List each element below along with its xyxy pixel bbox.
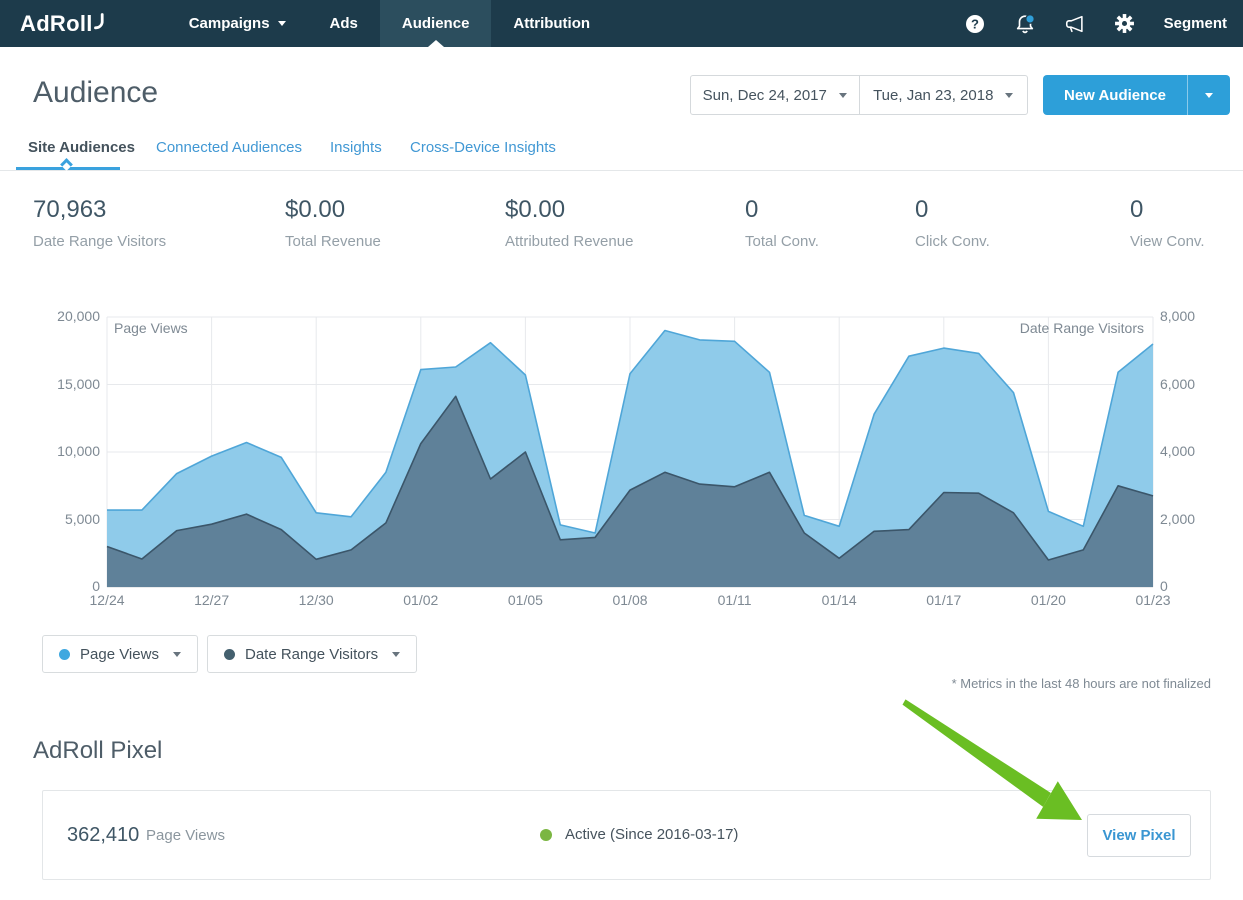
- x-axis-tick-label: 01/20: [1031, 592, 1066, 608]
- y-axis-tick-label: 20,000: [57, 308, 100, 324]
- notification-badge: [1025, 14, 1033, 22]
- y-axis-tick-label: 2,000: [1160, 511, 1195, 527]
- adroll-logo[interactable]: AdRoll: [20, 0, 105, 47]
- nav-item-campaigns[interactable]: Campaigns: [167, 0, 308, 47]
- segment-account-label[interactable]: Segment: [1164, 15, 1227, 32]
- chevron-down-icon: [173, 652, 181, 657]
- x-axis-tick-label: 01/02: [403, 592, 438, 608]
- x-axis-tick-label: 12/30: [299, 592, 334, 608]
- nav-right-controls: ?: [964, 0, 1243, 47]
- active-tab-notch: [428, 40, 444, 47]
- chevron-down-icon: [839, 93, 847, 98]
- stat-label: Attributed Revenue: [505, 233, 633, 250]
- adroll-logo-curl-icon: [94, 13, 105, 30]
- nav-item-attribution[interactable]: Attribution: [491, 0, 612, 47]
- date-end-selector[interactable]: Tue, Jan 23, 2018: [860, 76, 1028, 114]
- nav-item-ads[interactable]: Ads: [308, 0, 380, 47]
- tab-insights[interactable]: Insights: [330, 139, 382, 156]
- page-views-dot-icon: [59, 649, 70, 660]
- y-axis-tick-label: 10,000: [57, 443, 100, 459]
- notifications-icon[interactable]: [1014, 13, 1036, 35]
- right-axis-ticks: 8,0006,0004,0002,0000: [1160, 317, 1230, 587]
- x-axis-tick-label: 12/27: [194, 592, 229, 608]
- adroll-logo-text: AdRoll: [20, 11, 93, 37]
- pixel-status: Active (Since 2016-03-17): [540, 826, 738, 843]
- pixel-page-views-value: 362,410: [67, 824, 139, 847]
- stat-value: 0: [915, 196, 990, 224]
- stat-attributed-revenue: $0.00 Attributed Revenue: [505, 196, 633, 250]
- x-axis-tick-label: 12/24: [89, 592, 124, 608]
- x-axis-tick-label: 01/17: [926, 592, 961, 608]
- date-start-selector[interactable]: Sun, Dec 24, 2017: [691, 76, 860, 114]
- adroll-audience-page: AdRoll Campaigns Ads Audience Attributio…: [0, 0, 1243, 900]
- top-navbar: AdRoll Campaigns Ads Audience Attributio…: [0, 0, 1243, 47]
- stat-value: 0: [745, 196, 819, 224]
- page-title: Audience: [33, 76, 158, 110]
- new-audience-button[interactable]: New Audience: [1043, 75, 1187, 115]
- stat-label: Total Conv.: [745, 233, 819, 250]
- stat-total-conv: 0 Total Conv.: [745, 196, 819, 250]
- settings-icon[interactable]: [1114, 13, 1136, 35]
- help-icon[interactable]: ?: [964, 13, 986, 35]
- right-axis-title: Date Range Visitors: [1020, 320, 1144, 336]
- pixel-page-views-label: Page Views: [146, 827, 225, 844]
- chart-plot-area[interactable]: [107, 317, 1153, 587]
- date-range-picker: Sun, Dec 24, 2017 Tue, Jan 23, 2018: [690, 75, 1028, 115]
- adroll-pixel-card: 362,410 Page Views Active (Since 2016-03…: [42, 790, 1211, 880]
- date-range-visitors-dot-icon: [224, 649, 235, 660]
- view-pixel-button[interactable]: View Pixel: [1087, 814, 1191, 857]
- legend-page-views-dropdown[interactable]: Page Views: [42, 635, 198, 673]
- x-axis-tick-label: 01/14: [822, 592, 857, 608]
- announcements-icon[interactable]: [1064, 13, 1086, 35]
- legend-date-range-visitors-dropdown[interactable]: Date Range Visitors: [207, 635, 417, 673]
- x-axis-tick-label: 01/08: [612, 592, 647, 608]
- metrics-disclaimer: * Metrics in the last 48 hours are not f…: [952, 676, 1211, 691]
- stat-view-conv: 0 View Conv.: [1130, 196, 1204, 250]
- chevron-down-icon: [278, 21, 286, 26]
- stat-total-revenue: $0.00 Total Revenue: [285, 196, 381, 250]
- stat-value: $0.00: [505, 196, 633, 224]
- new-audience-dropdown-button[interactable]: [1187, 75, 1230, 115]
- y-axis-tick-label: 5,000: [65, 511, 100, 527]
- left-axis-title: Page Views: [114, 320, 188, 336]
- x-axis-ticks: 12/2412/2712/3001/0201/0501/0801/1101/14…: [107, 592, 1153, 612]
- stat-label: View Conv.: [1130, 233, 1204, 250]
- stat-label: Date Range Visitors: [33, 233, 166, 250]
- tab-cross-device-insights[interactable]: Cross-Device Insights: [410, 139, 556, 156]
- adroll-pixel-heading: AdRoll Pixel: [33, 737, 162, 765]
- x-axis-tick-label: 01/23: [1135, 592, 1170, 608]
- chevron-down-icon: [1005, 93, 1013, 98]
- svg-text:?: ?: [971, 16, 979, 31]
- stat-value: 0: [1130, 196, 1204, 224]
- stat-value: 70,963: [33, 196, 166, 224]
- nav-item-audience[interactable]: Audience: [380, 0, 492, 47]
- y-axis-tick-label: 15,000: [57, 376, 100, 392]
- stat-date-range-visitors: 70,963 Date Range Visitors: [33, 196, 166, 250]
- y-axis-tick-label: 4,000: [1160, 443, 1195, 459]
- nav-menu: Campaigns Ads Audience Attribution: [167, 0, 612, 47]
- chevron-down-icon: [1205, 93, 1213, 98]
- y-axis-tick-label: 6,000: [1160, 376, 1195, 392]
- x-axis-tick-label: 01/11: [718, 592, 752, 608]
- new-audience-split-button: New Audience: [1043, 75, 1230, 115]
- audience-tabs: Site Audiences Connected Audiences Insig…: [0, 133, 1243, 171]
- stat-label: Total Revenue: [285, 233, 381, 250]
- chevron-down-icon: [392, 652, 400, 657]
- stat-value: $0.00: [285, 196, 381, 224]
- tab-site-audiences[interactable]: Site Audiences: [28, 139, 135, 156]
- status-dot-icon: [540, 829, 552, 841]
- stat-click-conv: 0 Click Conv.: [915, 196, 990, 250]
- x-axis-tick-label: 01/05: [508, 592, 543, 608]
- left-axis-ticks: 20,00015,00010,0005,0000: [30, 317, 100, 587]
- traffic-area-chart: Page Views Date Range Visitors: [107, 317, 1153, 587]
- tab-connected-audiences[interactable]: Connected Audiences: [156, 139, 302, 156]
- y-axis-tick-label: 8,000: [1160, 308, 1195, 324]
- status-text: Active (Since 2016-03-17): [565, 826, 738, 843]
- stat-label: Click Conv.: [915, 233, 990, 250]
